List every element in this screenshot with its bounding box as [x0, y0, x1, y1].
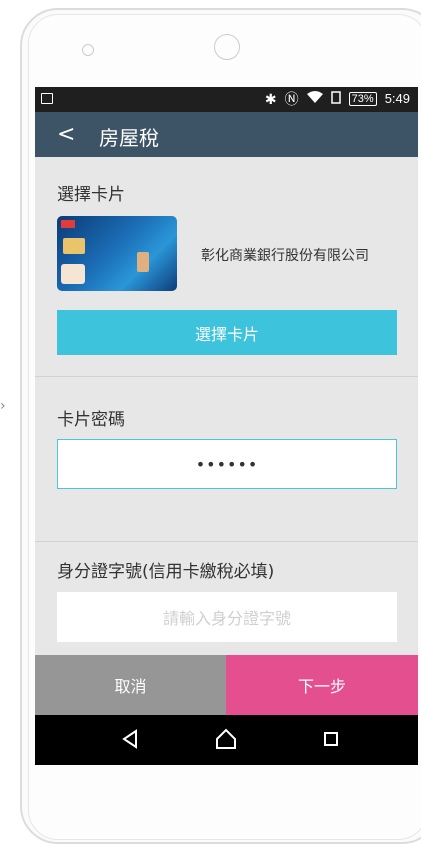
card-chip	[63, 238, 85, 254]
select-card-button[interactable]: 選擇卡片	[57, 310, 397, 355]
page-title: 房屋稅	[99, 126, 159, 150]
bank-card-image	[57, 216, 177, 291]
side-chevron-icon: ›	[0, 398, 6, 414]
card-password-input[interactable]: ••••••	[57, 439, 397, 489]
sim-icon	[330, 91, 341, 106]
id-number-input[interactable]: 請輸入身分證字號	[57, 592, 397, 642]
nav-home-icon[interactable]	[215, 728, 237, 754]
divider	[35, 541, 418, 542]
battery-indicator: 73%	[348, 91, 377, 106]
phone-camera	[214, 34, 240, 60]
back-button[interactable]: <	[57, 122, 75, 147]
password-label: 卡片密碼	[57, 410, 125, 430]
bank-name: 彰化商業銀行股份有限公司	[201, 248, 369, 264]
app-bar: < 房屋稅	[35, 112, 418, 157]
card-phone-graphic	[137, 252, 149, 272]
clock: 5:49	[384, 91, 410, 106]
screen: ✱ Ⓝ 73% 5:49 < 房屋稅 選擇卡片 彰化商業銀行股份有限公司 選擇卡…	[35, 87, 418, 765]
screenshot-icon	[41, 93, 53, 104]
phone-sensor	[82, 44, 94, 56]
card-section-label: 選擇卡片	[57, 185, 125, 205]
wifi-icon	[306, 91, 323, 106]
android-nav-bar	[35, 715, 418, 765]
nav-recents-icon[interactable]	[324, 732, 338, 746]
bluetooth-icon: ✱	[264, 90, 277, 107]
bank-logo	[61, 220, 75, 228]
status-icons: ✱ Ⓝ 73% 5:49	[265, 91, 410, 106]
status-bar: ✱ Ⓝ 73% 5:49	[35, 87, 418, 112]
nfc-icon: Ⓝ	[284, 90, 299, 107]
card-hand-graphic	[61, 264, 85, 284]
nav-back-icon[interactable]	[121, 729, 141, 753]
divider	[35, 376, 418, 377]
next-step-button[interactable]: 下一步	[226, 655, 418, 715]
cancel-button[interactable]: 取消	[35, 655, 226, 715]
id-number-label: 身分證字號(信用卡繳稅必填)	[57, 562, 275, 582]
